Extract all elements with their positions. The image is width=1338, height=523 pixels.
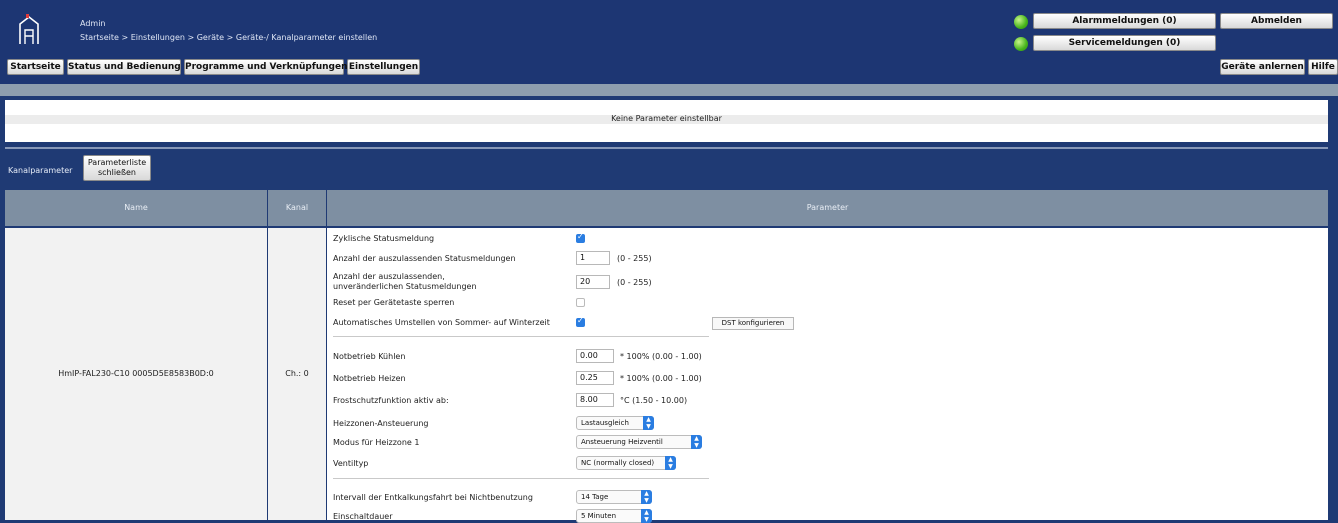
param-separator: [333, 478, 709, 479]
channel-parameters-label: Kanalparameter: [8, 166, 73, 175]
parameter-cell: [327, 228, 1328, 520]
param-reset-checkbox[interactable]: [576, 298, 585, 307]
column-header-channel: Kanal: [268, 190, 326, 226]
column-header-parameter: Parameter: [327, 190, 1328, 226]
chevron-updown-icon: ▲ ▼: [641, 509, 652, 523]
param-kuehlen-label: Notbetrieb Kühlen: [333, 352, 406, 361]
nav-status-bedienung[interactable]: Status und Bedienung: [67, 59, 181, 75]
param-heizen-range: * 100% (0.00 - 1.00): [620, 374, 702, 383]
nav-einstellungen[interactable]: Einstellungen: [347, 59, 420, 75]
param-einschaltdauer-select[interactable]: 5 Minuten ▲ ▼: [576, 509, 652, 523]
param-einschaltdauer-label: Einschaltdauer: [333, 512, 393, 521]
chevron-updown-icon: ▲ ▼: [691, 435, 702, 449]
service-status-led-icon: [1014, 37, 1028, 51]
service-messages-button[interactable]: Servicemeldungen (0): [1033, 35, 1216, 51]
no-parameters-message: Keine Parameter einstellbar: [611, 114, 722, 123]
param-reset-label: Reset per Gerätetaste sperren: [333, 298, 455, 307]
chevron-updown-icon: ▲ ▼: [665, 456, 676, 470]
param-ventiltyp-label: Ventiltyp: [333, 459, 369, 468]
nav-startseite[interactable]: Startseite: [7, 59, 64, 75]
param-heizzonen-select[interactable]: Lastausgleich ▲ ▼: [576, 416, 654, 430]
alarm-status-led-icon: [1014, 15, 1028, 29]
section-divider: [5, 147, 1328, 149]
param-unveraenderlich-range: (0 - 255): [617, 278, 652, 287]
param-auszulassend-label: Anzahl der auszulassenden Statusmeldunge…: [333, 254, 516, 263]
column-header-name: Name: [5, 190, 267, 226]
device-name-cell: HmIP-FAL230-C10 0005D5E8583B0D:0: [5, 228, 267, 520]
param-frostschutz-label: Frostschutzfunktion aktiv ab:: [333, 396, 449, 405]
param-sommerzeit-checkbox[interactable]: [576, 316, 585, 327]
channel-cell: Ch.: 0: [268, 228, 326, 520]
breadcrumb: Startseite > Einstellungen > Geräte > Ge…: [80, 33, 378, 42]
param-ventiltyp-select[interactable]: NC (normally closed) ▲ ▼: [576, 456, 676, 470]
chevron-updown-icon: ▲ ▼: [643, 416, 654, 430]
param-zyklisch-checkbox[interactable]: [576, 232, 585, 243]
param-intervall-label: Intervall der Entkalkungsfahrt bei Nicht…: [333, 493, 533, 502]
param-zyklisch-label: Zyklische Statusmeldung: [333, 234, 435, 243]
dst-configure-button[interactable]: DST konfigurieren: [712, 317, 794, 330]
header-bar: Admin Startseite > Einstellungen > Gerät…: [0, 0, 1338, 84]
param-modus-select[interactable]: Ansteuerung Heizventil ▲ ▼: [576, 435, 702, 449]
param-modus-label: Modus für Heizzone 1: [333, 438, 420, 447]
param-separator: [333, 336, 709, 337]
param-frostschutz-input[interactable]: 8.00: [576, 393, 614, 407]
param-unveraenderlich-input[interactable]: 20: [576, 275, 610, 289]
param-heizzonen-label: Heizzonen-Ansteuerung: [333, 419, 429, 428]
device-name: HmIP-FAL230-C10 0005D5E8583B0D:0: [58, 369, 214, 378]
user-name: Admin: [80, 19, 106, 28]
param-unveraenderlich-label: Anzahl der auszulassenden, unveränderlic…: [333, 272, 477, 291]
close-parameter-list-button[interactable]: Parameterliste schließen: [83, 155, 151, 181]
house-logo-icon: [19, 14, 39, 44]
param-auszulassend-input[interactable]: 1: [576, 251, 610, 265]
nav-geraete-anlernen[interactable]: Geräte anlernen: [1220, 59, 1305, 75]
logout-button[interactable]: Abmelden: [1220, 13, 1333, 29]
param-kuehlen-range: * 100% (0.00 - 1.00): [620, 352, 702, 361]
param-sommerzeit-label: Automatisches Umstellen von Sommer- auf …: [333, 318, 550, 327]
param-heizen-input[interactable]: 0.25: [576, 371, 614, 385]
channel-number: Ch.: 0: [285, 369, 309, 378]
alarm-messages-button[interactable]: Alarmmeldungen (0): [1033, 13, 1216, 29]
chevron-updown-icon: ▲ ▼: [641, 490, 652, 504]
param-kuehlen-input[interactable]: 0.00: [576, 349, 614, 363]
param-intervall-select[interactable]: 14 Tage ▲ ▼: [576, 490, 652, 504]
param-frostschutz-range: °C (1.50 - 10.00): [620, 396, 688, 405]
param-auszulassend-range: (0 - 255): [617, 254, 652, 263]
nav-programme-verknuepfungen[interactable]: Programme und Verknüpfungen: [184, 59, 348, 75]
param-heizen-label: Notbetrieb Heizen: [333, 374, 406, 383]
header-divider-strip: [0, 84, 1338, 96]
device-parameter-panel: Keine Parameter einstellbar: [5, 100, 1328, 142]
nav-hilfe[interactable]: Hilfe: [1308, 59, 1338, 75]
